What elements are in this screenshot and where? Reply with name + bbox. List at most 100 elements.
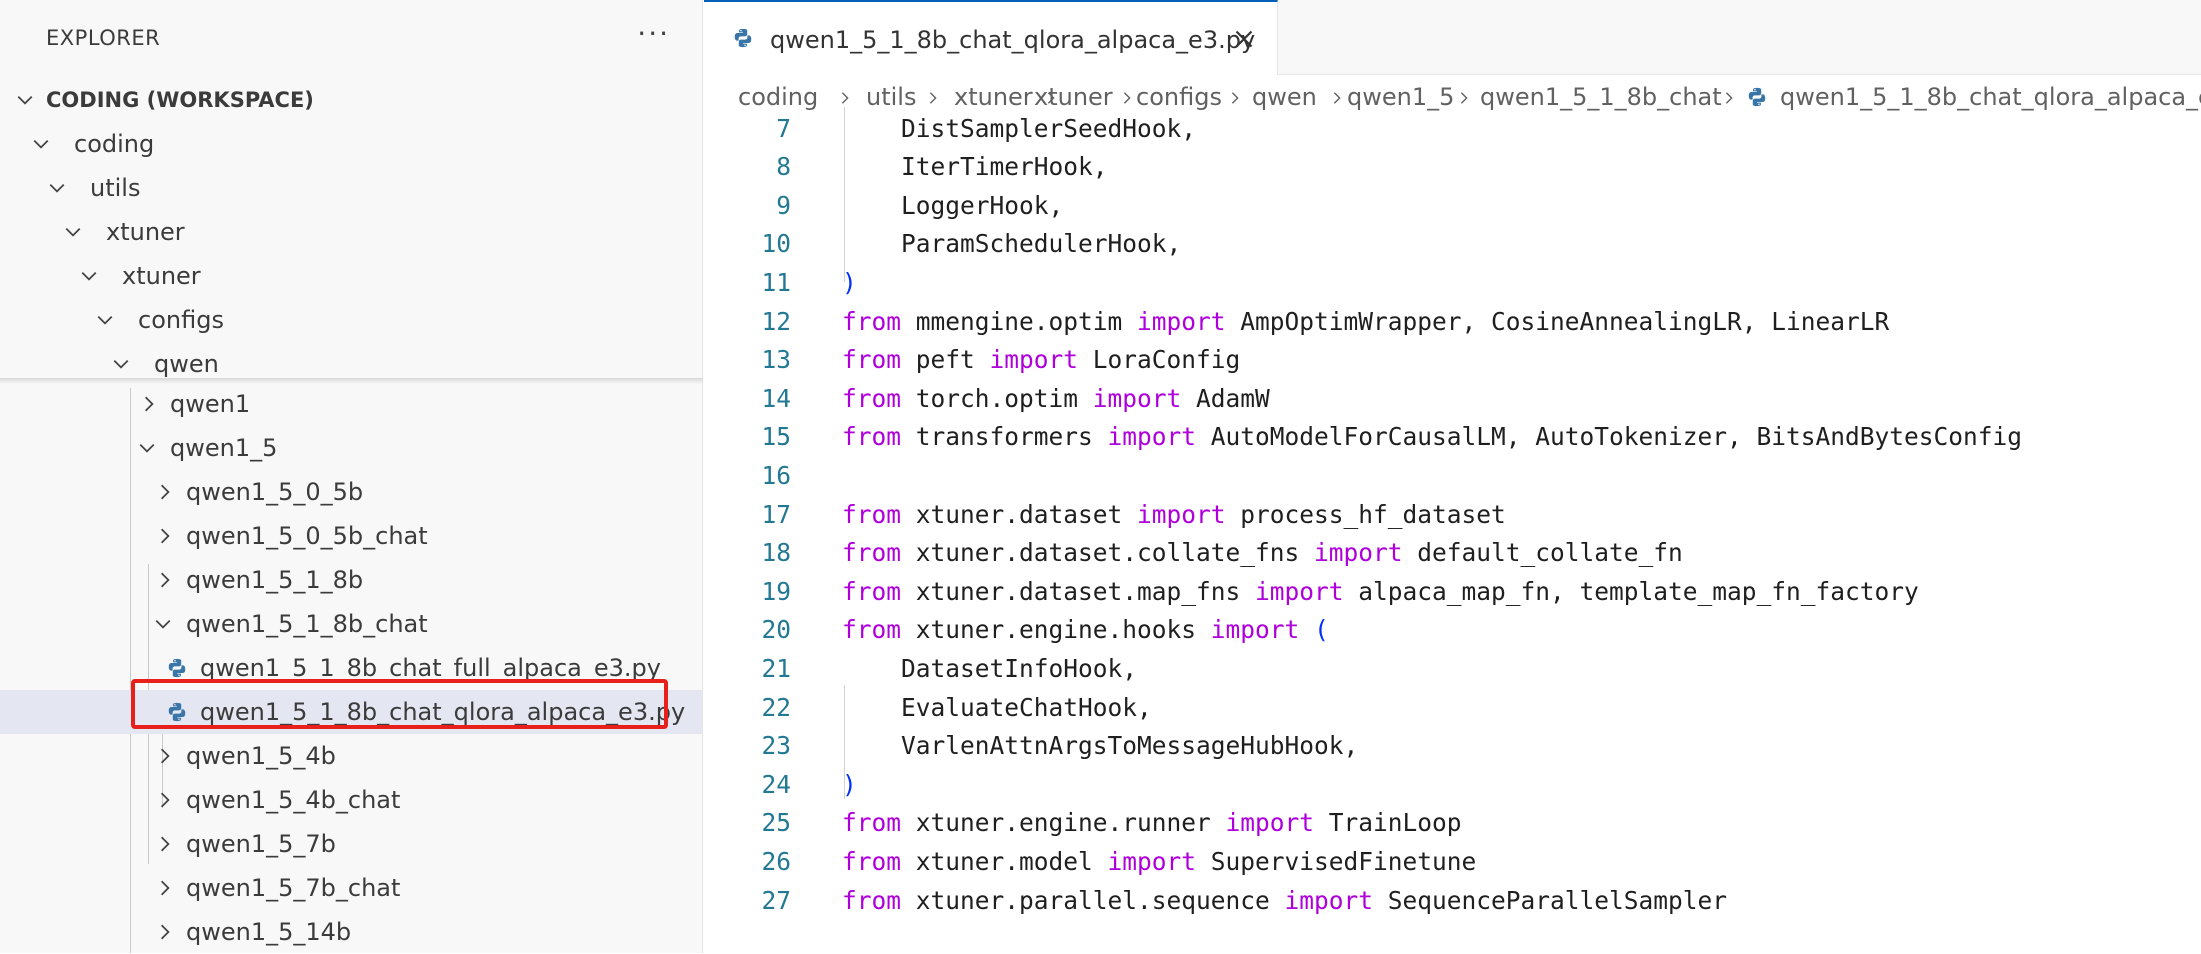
code-editor[interactable]: 6 CheckpointHook,7 DistSamplerSeedHook,8… [704,107,2201,953]
line-number: 8 [776,152,791,182]
code-line: 23 VarlenAttnArgsToMessageHubHook, [704,727,2201,765]
code-line: 8 IterTimerHook, [704,148,2201,186]
code-text: from peft import LoraConfig [842,345,1241,375]
code-text: from xtuner.engine.hooks import ( [842,615,1329,645]
chevron-down-icon [152,602,176,646]
code-text: LoggerHook, [842,190,1064,220]
tree-item-folder[interactable]: coding [0,122,702,166]
tree-item-folder[interactable]: qwen1_5 [0,426,702,470]
code-line: 25 from xtuner.engine.runner import Train… [704,804,2201,842]
tree-item-folder[interactable]: xtuner [0,210,702,254]
tree-item-label: qwen1_5_14b [186,918,352,946]
line-number: 18 [761,538,791,568]
tree-item-label: qwen1_5_1_8b_chat [186,610,428,638]
code-text: from torch.optim import AdamW [842,383,1270,413]
explorer-sidebar: EXPLORER ··· CODING (WORKSPACE) coding u… [0,0,703,953]
tree-item-folder[interactable]: qwen1_5_7b [0,822,702,866]
tree-item-folder[interactable]: configs [0,298,702,342]
line-number: 14 [761,383,791,413]
tree-item-label: configs [138,306,224,334]
chevron-down-icon [136,426,160,470]
chevron-right-icon [929,92,937,104]
tree-item-folder[interactable]: qwen1_5_4b_chat [0,778,702,822]
tree-item-label: coding [74,130,155,158]
code-line: 13 from peft import LoraConfig [704,341,2201,379]
tree-item-label: qwen1_5_7b [186,830,336,858]
chevron-right-icon [1725,92,1733,104]
tree-item-folder[interactable]: qwen1_5_1_8b_chat [0,602,702,646]
code-text: DatasetInfoHook, [842,654,1138,683]
code-text: VarlenAttnArgsToMessageHubHook, [842,731,1359,761]
code-text: from xtuner.parallel.sequence import Seq… [842,885,1728,915]
tree-item-folder[interactable]: qwen1_5_7b_chat [0,866,702,910]
code-line: 12 from mmengine.optim import AmpOptimWra… [704,303,2201,341]
chevron-down-icon [62,210,86,254]
workspace-root[interactable]: CODING (WORKSPACE) [0,78,702,122]
line-number: 23 [761,731,791,761]
more-actions-icon[interactable]: ··· [637,20,670,48]
tree-item-label: qwen1_5 [170,434,278,462]
explorer-header: EXPLORER ··· [0,0,702,78]
code-line: 11) [704,264,2201,302]
explorer-title: EXPLORER [46,26,161,50]
tree-item-folder[interactable]: xtuner [0,254,702,298]
code-text: ParamSchedulerHook, [842,229,1182,259]
line-number: 13 [761,345,791,375]
tree-item-label: xtuner [106,218,185,246]
code-line: 20 from xtuner.engine.hooks import ( [704,611,2201,649]
tree-item-folder[interactable]: qwen1 [0,382,702,426]
code-line: 15 from transformers import AutoModelForC… [704,418,2201,456]
code-line: 7 DistSamplerSeedHook, [704,110,2201,148]
chevron-down-icon [94,298,118,342]
code-text: ) [842,769,857,799]
tree-item-label: qwen1_5_0_5b [186,478,364,506]
code-line: 18 from xtuner.dataset.collate_fns import… [704,534,2201,572]
tree-item-folder[interactable]: qwen1_5_0_5b [0,470,702,514]
line-number: 12 [761,306,791,336]
python-file-icon [168,658,186,678]
chevron-right-icon [154,866,178,910]
code-text: from transformers import AutoModelForCau… [842,422,2023,452]
tree-item-label: qwen1_5_1_8b [186,566,364,594]
tree-item-folder[interactable]: qwen1_5_14b [0,910,702,954]
code-line: 16 [704,457,2201,495]
tree-item-folder[interactable]: qwen1_5_4b [0,734,702,778]
code-line: 21 DatasetInfoHook, [704,650,2201,688]
tree-item-label: qwen1 [170,390,251,418]
annotation-highlight-box [131,679,668,729]
line-number: 7 [776,113,791,143]
line-number: 16 [761,461,791,490]
chevron-down-icon [30,122,54,166]
chevron-right-icon [154,558,178,602]
code-line: 27 from xtuner.parallel.sequence import S… [704,882,2201,920]
editor-tab-active[interactable]: qwen1_5_1_8b_chat_qlora_alpaca_e3.py [704,0,1278,75]
workspace-label: CODING (WORKSPACE) [46,88,314,112]
code-line: 24) [704,766,2201,804]
code-text: from xtuner.dataset.collate_fns import d… [842,538,1683,568]
code-text: from xtuner.dataset.map_fns import alpac… [842,576,1919,606]
line-number: 10 [761,229,791,259]
chevron-right-icon [841,92,849,104]
chevron-right-icon [154,910,178,954]
code-text: from xtuner.engine.runner import TrainLo… [842,808,1462,838]
line-number: 17 [761,499,791,529]
tab-bar: qwen1_5_1_8b_chat_qlora_alpaca_e3.py [704,0,2201,75]
line-number: 24 [761,769,791,799]
chevron-right-icon [138,382,162,426]
chevron-right-icon [1123,92,1131,104]
code-text: from mmengine.optim import AmpOptimWrapp… [842,306,1890,336]
tree-item-folder[interactable]: utils [0,166,702,210]
tree-item-folder[interactable]: qwen1_5_0_5b_chat [0,514,702,558]
close-icon[interactable] [1234,29,1254,49]
python-file-icon [1748,87,1766,107]
chevron-right-icon [1333,92,1341,104]
code-text: ) [842,268,857,297]
chevron-right-icon [154,822,178,866]
code-line: 19 from xtuner.dataset.map_fns import alp… [704,573,2201,611]
editor-area: qwen1_5_1_8b_chat_qlora_alpaca_e3.py cod… [704,0,2201,953]
line-number: 27 [761,885,791,915]
line-number: 25 [761,808,791,838]
line-number: 22 [761,692,791,722]
line-number: 19 [761,576,791,606]
tree-item-folder[interactable]: qwen1_5_1_8b [0,558,702,602]
